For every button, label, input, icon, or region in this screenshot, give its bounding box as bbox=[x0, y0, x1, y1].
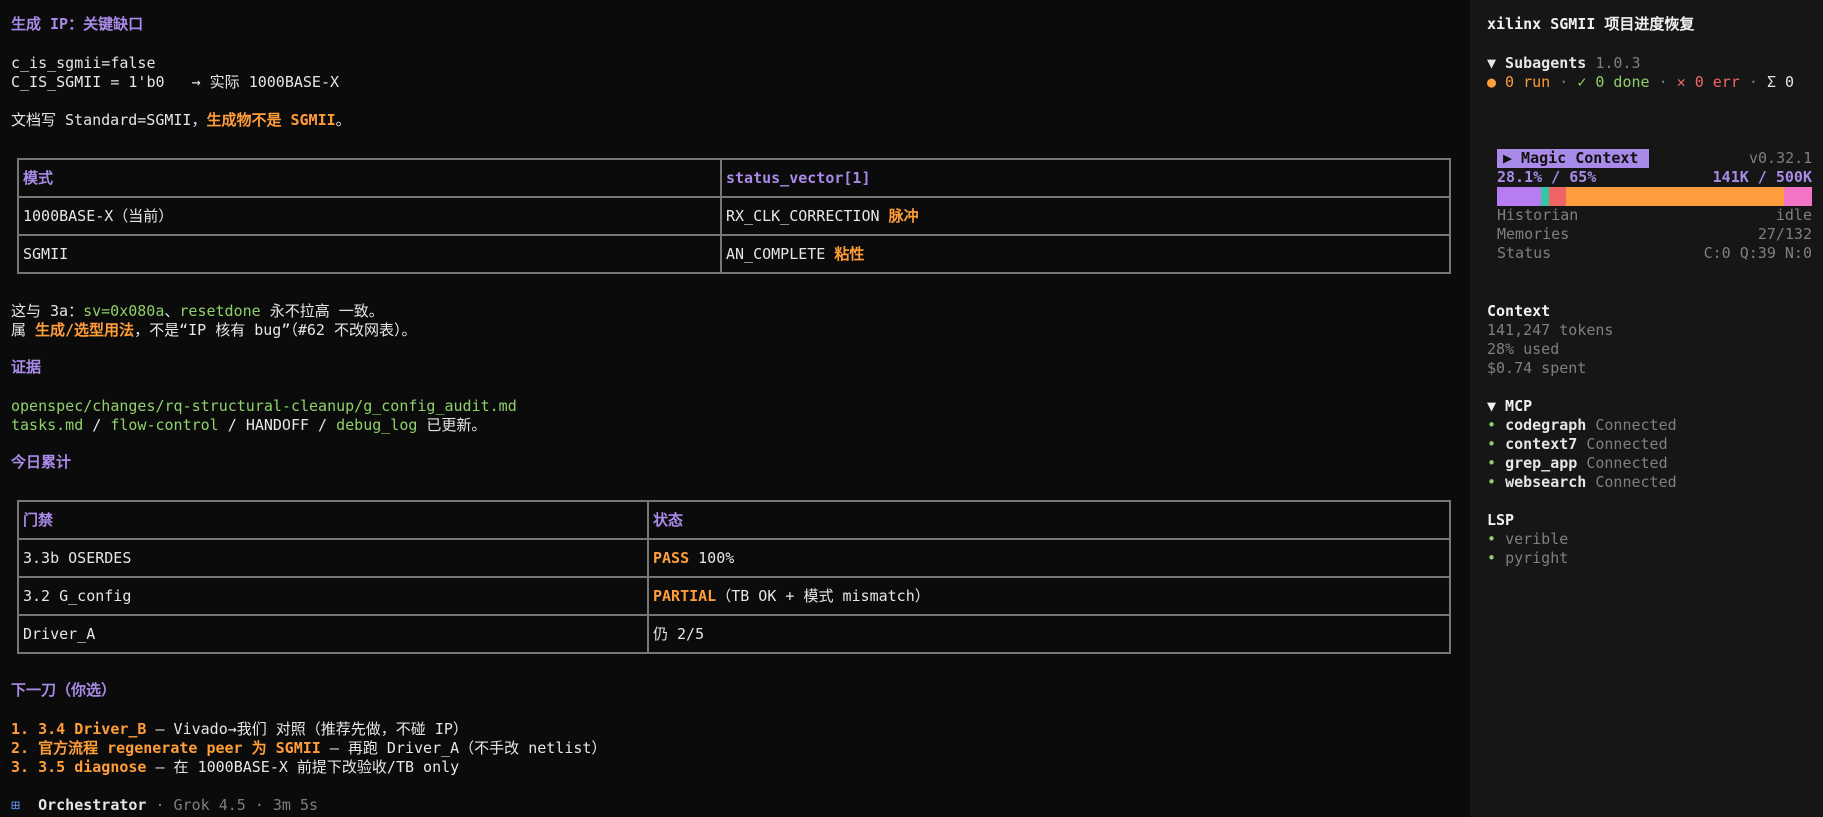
table-header-cell: 模式 bbox=[17, 158, 722, 198]
magic-version: v0.32.1 bbox=[1749, 149, 1813, 167]
table-header-cell: status_vector[1] bbox=[720, 158, 1451, 198]
heading-next-step: 下一刀（你选） bbox=[11, 681, 117, 699]
table-cell: 仍 2/5 bbox=[647, 614, 1451, 654]
table-cell: SGMII bbox=[17, 234, 722, 274]
err-count: ✕ 0 err bbox=[1676, 73, 1740, 91]
usage-segment-pink bbox=[1783, 187, 1812, 206]
table-row: SGMII AN_COMPLETE 粘性 bbox=[17, 234, 1451, 274]
historian-label: Historian bbox=[1497, 206, 1579, 224]
usage-segment-red bbox=[1548, 187, 1567, 206]
session-title: xilinx SGMII 项目进度恢复 bbox=[1487, 15, 1695, 33]
status-footer: ⊞ Orchestrator · Grok 4.5 · 3m 5s bbox=[11, 796, 318, 815]
done-count: ✓ 0 done bbox=[1577, 73, 1650, 91]
status-value: C:0 Q:39 N:0 bbox=[1703, 244, 1812, 262]
context-spent: $0.74 spent bbox=[1487, 359, 1587, 377]
lsp-item-pyright: • pyright bbox=[1487, 549, 1569, 567]
magic-context-toggle[interactable]: ▶ Magic Context bbox=[1497, 149, 1649, 168]
heading-key-gap: 生成 IP：关键缺口 bbox=[11, 15, 144, 33]
doc-note: 文档写 Standard=SGMII，生成物不是 SGMII。 bbox=[11, 111, 351, 129]
mcp-item-websearch: • websearch Connected bbox=[1487, 473, 1677, 491]
handoff-label: HANDOFF bbox=[245, 416, 310, 434]
table-row: 3.2 G_config PARTIAL（TB OK + 模式 mismatch… bbox=[17, 576, 1451, 616]
lsp-heading: LSP bbox=[1487, 511, 1515, 529]
subagents-stats: ● 0 run · ✓ 0 done · ✕ 0 err · Σ 0 bbox=[1487, 73, 1795, 91]
classification-note: 属 生成/选型用法，不是“IP 核有 bug”（#62 不改网表）。 bbox=[11, 321, 417, 339]
debug-log-link[interactable]: debug_log bbox=[336, 416, 417, 434]
next-option-2[interactable]: 2. 官方流程 regenerate peer 为 SGMII — 再跑 Dri… bbox=[11, 739, 606, 758]
usage-segment-orange bbox=[1566, 187, 1784, 206]
table-cell: PASS 100% bbox=[647, 538, 1451, 578]
context-heading: Context bbox=[1487, 302, 1551, 320]
magic-tokens: 141K / 500K bbox=[1712, 168, 1812, 186]
evidence-path-link[interactable]: openspec/changes/rq-structural-cleanup/g… bbox=[11, 397, 517, 416]
table-cell: Driver_A bbox=[17, 614, 649, 654]
tasks-link[interactable]: tasks.md bbox=[11, 416, 83, 434]
context-usage-bar bbox=[1497, 187, 1812, 206]
evidence-files: tasks.md / flow-control / HANDOFF / debu… bbox=[11, 416, 487, 434]
table-header-cell: 状态 bbox=[647, 500, 1451, 540]
mode-status-table: 模式 status_vector[1] 1000BASE-X（当前） RX_CL… bbox=[17, 158, 1451, 274]
mcp-toggle[interactable]: ▼ MCP bbox=[1487, 397, 1532, 416]
table-cell: 1000BASE-X（当前） bbox=[17, 196, 722, 236]
usage-segment-teal bbox=[1541, 187, 1549, 206]
magic-percent: 28.1% / 65% bbox=[1497, 168, 1597, 186]
mcp-item-codegraph: • codegraph Connected bbox=[1487, 416, 1677, 434]
heading-evidence: 证据 bbox=[11, 358, 42, 376]
line-sgmii-false: c_is_sgmii=false bbox=[11, 54, 156, 72]
context-tokens: 141,247 tokens bbox=[1487, 321, 1614, 339]
table-row: Driver_A 仍 2/5 bbox=[17, 614, 1451, 654]
table-cell: 3.3b OSERDES bbox=[17, 538, 649, 578]
run-count: ● 0 run bbox=[1487, 73, 1551, 91]
table-cell: PARTIAL（TB OK + 模式 mismatch） bbox=[647, 576, 1451, 616]
agent-icon: ⊞ bbox=[11, 796, 21, 814]
table-header-cell: 门禁 bbox=[17, 500, 649, 540]
table-header-row: 模式 status_vector[1] bbox=[17, 158, 1451, 198]
consistency-note: 这与 3a：sv=0x080a、resetdone 永不拉高 一致。 bbox=[11, 302, 384, 320]
status-label: Status bbox=[1497, 244, 1552, 262]
table-cell: 3.2 G_config bbox=[17, 576, 649, 616]
context-used: 28% used bbox=[1487, 340, 1560, 358]
gate-status-table: 门禁 状态 3.3b OSERDES PASS 100% 3.2 G_confi… bbox=[17, 500, 1451, 654]
historian-value: idle bbox=[1775, 206, 1812, 224]
memories-value: 27/132 bbox=[1757, 225, 1812, 243]
agent-meta: · Grok 4.5 · 3m 5s bbox=[146, 796, 319, 814]
table-cell: AN_COMPLETE 粘性 bbox=[720, 234, 1451, 274]
memories-label: Memories bbox=[1497, 225, 1570, 243]
subagents-toggle[interactable]: ▼ Subagents 1.0.3 bbox=[1487, 54, 1641, 73]
table-row: 3.3b OSERDES PASS 100% bbox=[17, 538, 1451, 578]
line-c-is-sgmii: C_IS_SGMII = 1'b0 → 实际 1000BASE-X bbox=[11, 73, 340, 91]
mcp-item-grep-app: • grep_app Connected bbox=[1487, 454, 1668, 472]
table-cell: RX_CLK_CORRECTION 脉冲 bbox=[720, 196, 1451, 236]
flow-control-link[interactable]: flow-control bbox=[110, 416, 218, 434]
table-header-row: 门禁 状态 bbox=[17, 500, 1451, 540]
agent-name: Orchestrator bbox=[38, 796, 147, 814]
heading-today-summary: 今日累计 bbox=[11, 453, 72, 471]
mcp-item-context7: • context7 Connected bbox=[1487, 435, 1668, 453]
lsp-item-verible: • verible bbox=[1487, 530, 1569, 548]
next-option-1[interactable]: 1. 3.4 Driver_B — Vivado→我们 对照（推荐先做，不碰 I… bbox=[11, 720, 468, 739]
next-option-3[interactable]: 3. 3.5 diagnose — 在 1000BASE-X 前提下改验收/TB… bbox=[11, 758, 459, 777]
usage-segment-purple bbox=[1497, 187, 1542, 206]
main-output-pane: 生成 IP：关键缺口 c_is_sgmii=false C_IS_SGMII =… bbox=[0, 0, 1470, 817]
table-row: 1000BASE-X（当前） RX_CLK_CORRECTION 脉冲 bbox=[17, 196, 1451, 236]
total-count: Σ 0 bbox=[1766, 73, 1795, 91]
